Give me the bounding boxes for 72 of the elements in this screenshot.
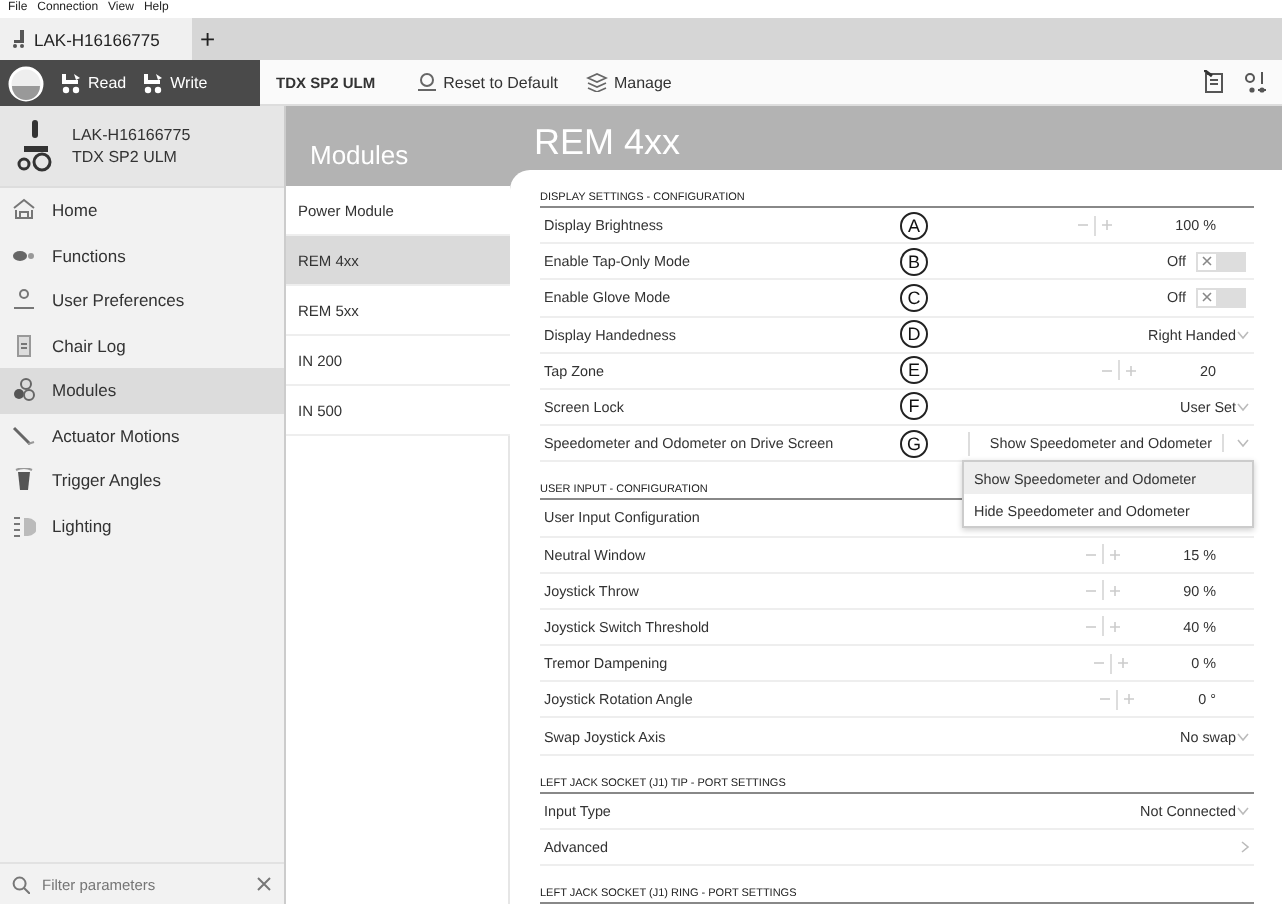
search-icon: [12, 875, 30, 893]
increment-button[interactable]: [1101, 616, 1126, 637]
callout-marker: D: [900, 320, 928, 349]
minus-icon: [1100, 694, 1111, 705]
callout-marker: C: [900, 283, 928, 312]
chevron-right-icon[interactable]: [1240, 839, 1250, 854]
nav-item[interactable]: Home: [0, 188, 284, 233]
chevron-down-icon[interactable]: [1236, 329, 1250, 340]
callout-marker: A: [900, 211, 928, 239]
chair-icon: [12, 30, 28, 48]
plus-icon: [1109, 621, 1120, 632]
panel-title: REM 4xx: [532, 120, 683, 166]
wheelchair-icon: [60, 73, 82, 93]
chevron-down-icon[interactable]: [1236, 805, 1250, 816]
toggle-switch[interactable]: [1196, 251, 1246, 272]
nav-item[interactable]: User Preferences: [0, 278, 284, 323]
callout-marker: G: [900, 429, 928, 458]
reset-icon: [415, 72, 438, 92]
callout-marker: B: [900, 247, 928, 276]
nav-item[interactable]: Actuator Motions: [0, 413, 284, 458]
plus-icon: [1109, 585, 1120, 596]
minus-icon: [1102, 365, 1112, 376]
device-model: TDX SP2 ULM: [72, 148, 179, 166]
increment-button[interactable]: [1093, 215, 1118, 236]
plus-icon: [1101, 220, 1112, 231]
close-icon[interactable]: [256, 876, 272, 892]
layers-icon: [585, 72, 608, 92]
device-serial: LAK-H16166775: [72, 126, 191, 144]
reset-button[interactable]: Reset to Default: [415, 72, 558, 92]
minus-icon: [1093, 658, 1104, 669]
increment-button[interactable]: [1118, 360, 1142, 381]
read-button[interactable]: Read: [60, 73, 127, 93]
clipboard-icon[interactable]: [1204, 70, 1224, 94]
plus-icon: [1126, 365, 1136, 376]
nav-item[interactable]: Chair Log: [0, 323, 284, 368]
device-tab[interactable]: LAK-H16166775: [0, 18, 192, 60]
pen-icon: [12, 423, 36, 448]
wheelchair-icon: [16, 120, 52, 172]
callout-marker: E: [900, 356, 928, 385]
minus-icon: [1085, 621, 1096, 632]
cross-icon: [1202, 292, 1212, 303]
light-icon: [12, 513, 36, 538]
nav-item[interactable]: Modules: [0, 368, 284, 413]
manage-button[interactable]: Manage: [585, 72, 672, 92]
person-icon: [12, 288, 36, 313]
home-icon: [12, 198, 36, 223]
nav-item[interactable]: Trigger Angles: [0, 458, 284, 503]
new-tab-button[interactable]: +: [192, 18, 224, 60]
circles-icon: [12, 378, 36, 403]
cup-icon: [12, 468, 36, 493]
minus-icon: [1085, 585, 1096, 596]
chevron-down-icon[interactable]: [1236, 402, 1250, 413]
write-button[interactable]: Write: [142, 73, 208, 93]
chevron-down-icon[interactable]: [1236, 731, 1250, 742]
minus-icon: [1077, 220, 1088, 231]
logo-icon: [8, 65, 44, 101]
increment-button[interactable]: [1101, 544, 1126, 565]
wheelchair-icon: [142, 73, 165, 93]
modules-title: Modules: [286, 106, 510, 186]
minus-icon: [1085, 549, 1096, 560]
nav-item[interactable]: Functions: [0, 233, 284, 278]
cross-icon: [1202, 256, 1212, 267]
clipboard-icon: [12, 333, 36, 358]
toggle-switch[interactable]: [1196, 287, 1246, 308]
plus-icon: [1124, 694, 1135, 705]
plus-icon: [1117, 658, 1128, 669]
plus-icon: [1109, 549, 1120, 560]
chevron-down-icon[interactable]: [1236, 438, 1250, 449]
increment-button[interactable]: [1109, 653, 1134, 674]
increment-button[interactable]: [1101, 580, 1126, 601]
nav-item[interactable]: Lighting: [0, 503, 284, 548]
callout-marker: F: [900, 392, 928, 421]
